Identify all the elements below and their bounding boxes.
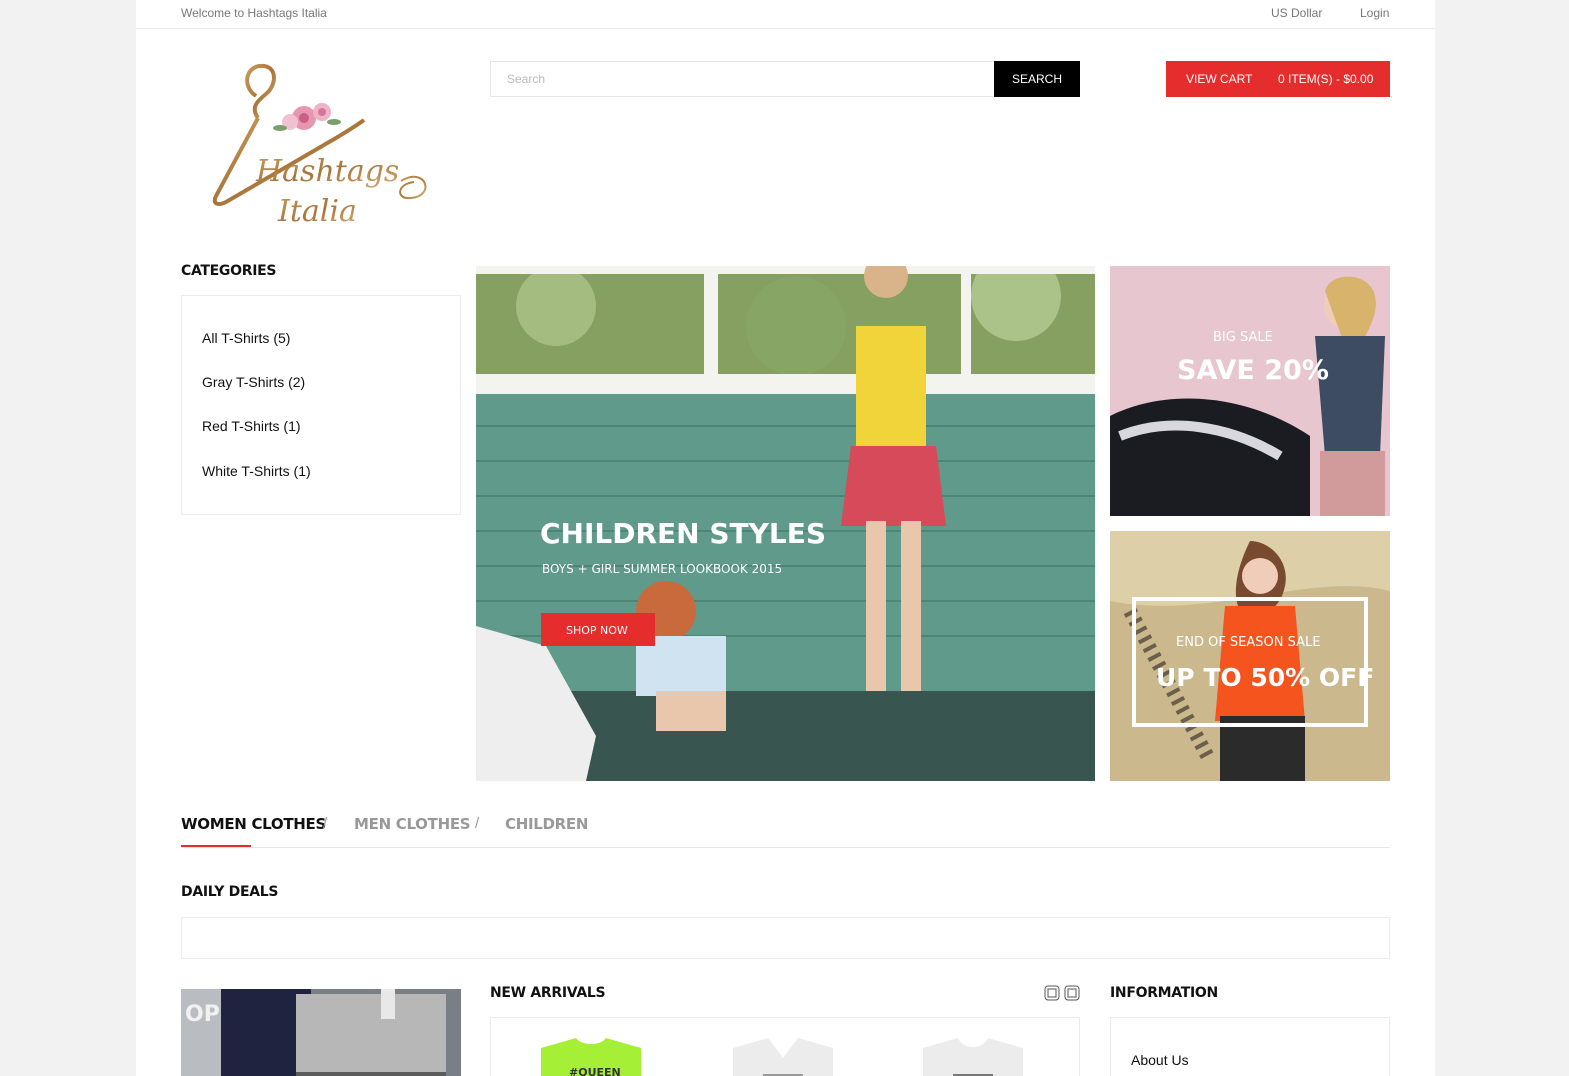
logo-text-line2: Italia <box>277 194 357 229</box>
hero-title: CHILDREN STYLES <box>540 517 826 550</box>
svg-text:OP: OP <box>185 1002 220 1027</box>
tab-men-clothes[interactable]: MEN CLOTHES <box>354 815 471 833</box>
search-bar: SEARCH <box>490 61 1080 97</box>
hero-subtitle: BOYS + GIRL SUMMER LOOKBOOK 2015 <box>542 562 782 576</box>
info-link-about-us[interactable]: About Us <box>1131 1052 1189 1068</box>
shirt-print-text: #QUEEN <box>569 1066 621 1076</box>
currency-selector[interactable]: US Dollar <box>1271 6 1322 20</box>
category-item[interactable]: Red T-Shirts (1) <box>202 418 301 434</box>
site-logo[interactable]: Hashtags Italia <box>196 56 446 241</box>
hero-banner[interactable]: CHILDREN STYLES BOYS + GIRL SUMMER LOOKB… <box>476 266 1095 781</box>
search-input[interactable] <box>490 61 995 97</box>
category-item[interactable]: White T-Shirts (1) <box>202 463 311 479</box>
category-item[interactable]: All T-Shirts (5) <box>202 330 290 346</box>
promo-end-of-season[interactable]: END OF SEASON SALE UP TO 50% OFF <box>1110 531 1390 781</box>
product-thumbnail[interactable]: #QUEEN <box>531 1038 651 1076</box>
information-title: INFORMATION <box>1110 985 1218 1001</box>
promo1-headline: SAVE 20% <box>1177 355 1329 386</box>
promo2-headline: UP TO 50% OFF <box>1156 663 1374 692</box>
active-tab-indicator <box>181 845 251 847</box>
new-arrivals-title: NEW ARRIVALS <box>490 985 606 1001</box>
product-thumbnail[interactable] <box>913 1038 1033 1076</box>
categories-title: CATEGORIES <box>181 263 277 279</box>
product-tabs: WOMEN CLOTHES / MEN CLOTHES / CHILDREN <box>181 812 1390 848</box>
promo2-kicker: END OF SEASON SALE <box>1176 635 1320 650</box>
next-arrow-icon[interactable] <box>1064 985 1080 1001</box>
daily-deals-box <box>181 917 1390 959</box>
promo1-kicker: BIG SALE <box>1213 330 1273 345</box>
tab-separator: / <box>323 815 328 832</box>
cart-summary: 0 ITEM(S) - $0.00 <box>1278 72 1374 86</box>
bottom-banner-image[interactable]: OP <box>181 989 461 1076</box>
promo-big-sale[interactable]: BIG SALE SAVE 20% <box>1110 266 1390 516</box>
prev-arrow-icon[interactable] <box>1044 985 1060 1001</box>
category-item[interactable]: Gray T-Shirts (2) <box>202 374 305 390</box>
page-container: Welcome to Hashtags Italia US Dollar Log… <box>136 0 1435 1076</box>
tab-children[interactable]: CHILDREN <box>505 815 588 833</box>
information-list: About Us <box>1110 1017 1390 1076</box>
tab-separator: / <box>475 815 480 832</box>
cart-button[interactable]: VIEW CART 0 ITEM(S) - $0.00 <box>1166 61 1390 97</box>
daily-deals-title: DAILY DEALS <box>181 884 279 900</box>
logo-text-line1: Hashtags <box>255 154 399 189</box>
new-arrivals-carousel: #QUEEN <box>490 1017 1080 1076</box>
welcome-text: Welcome to Hashtags Italia <box>181 6 327 20</box>
shop-now-label: SHOP NOW <box>566 624 628 637</box>
product-thumbnail[interactable] <box>723 1038 843 1076</box>
search-button[interactable]: SEARCH <box>994 61 1080 97</box>
categories-list: All T-Shirts (5) Gray T-Shirts (2) Red T… <box>181 295 461 515</box>
top-bar: Welcome to Hashtags Italia US Dollar Log… <box>136 0 1435 29</box>
tab-women-clothes[interactable]: WOMEN CLOTHES <box>181 815 326 833</box>
login-link[interactable]: Login <box>1360 6 1389 20</box>
view-cart-label: VIEW CART <box>1186 72 1253 86</box>
